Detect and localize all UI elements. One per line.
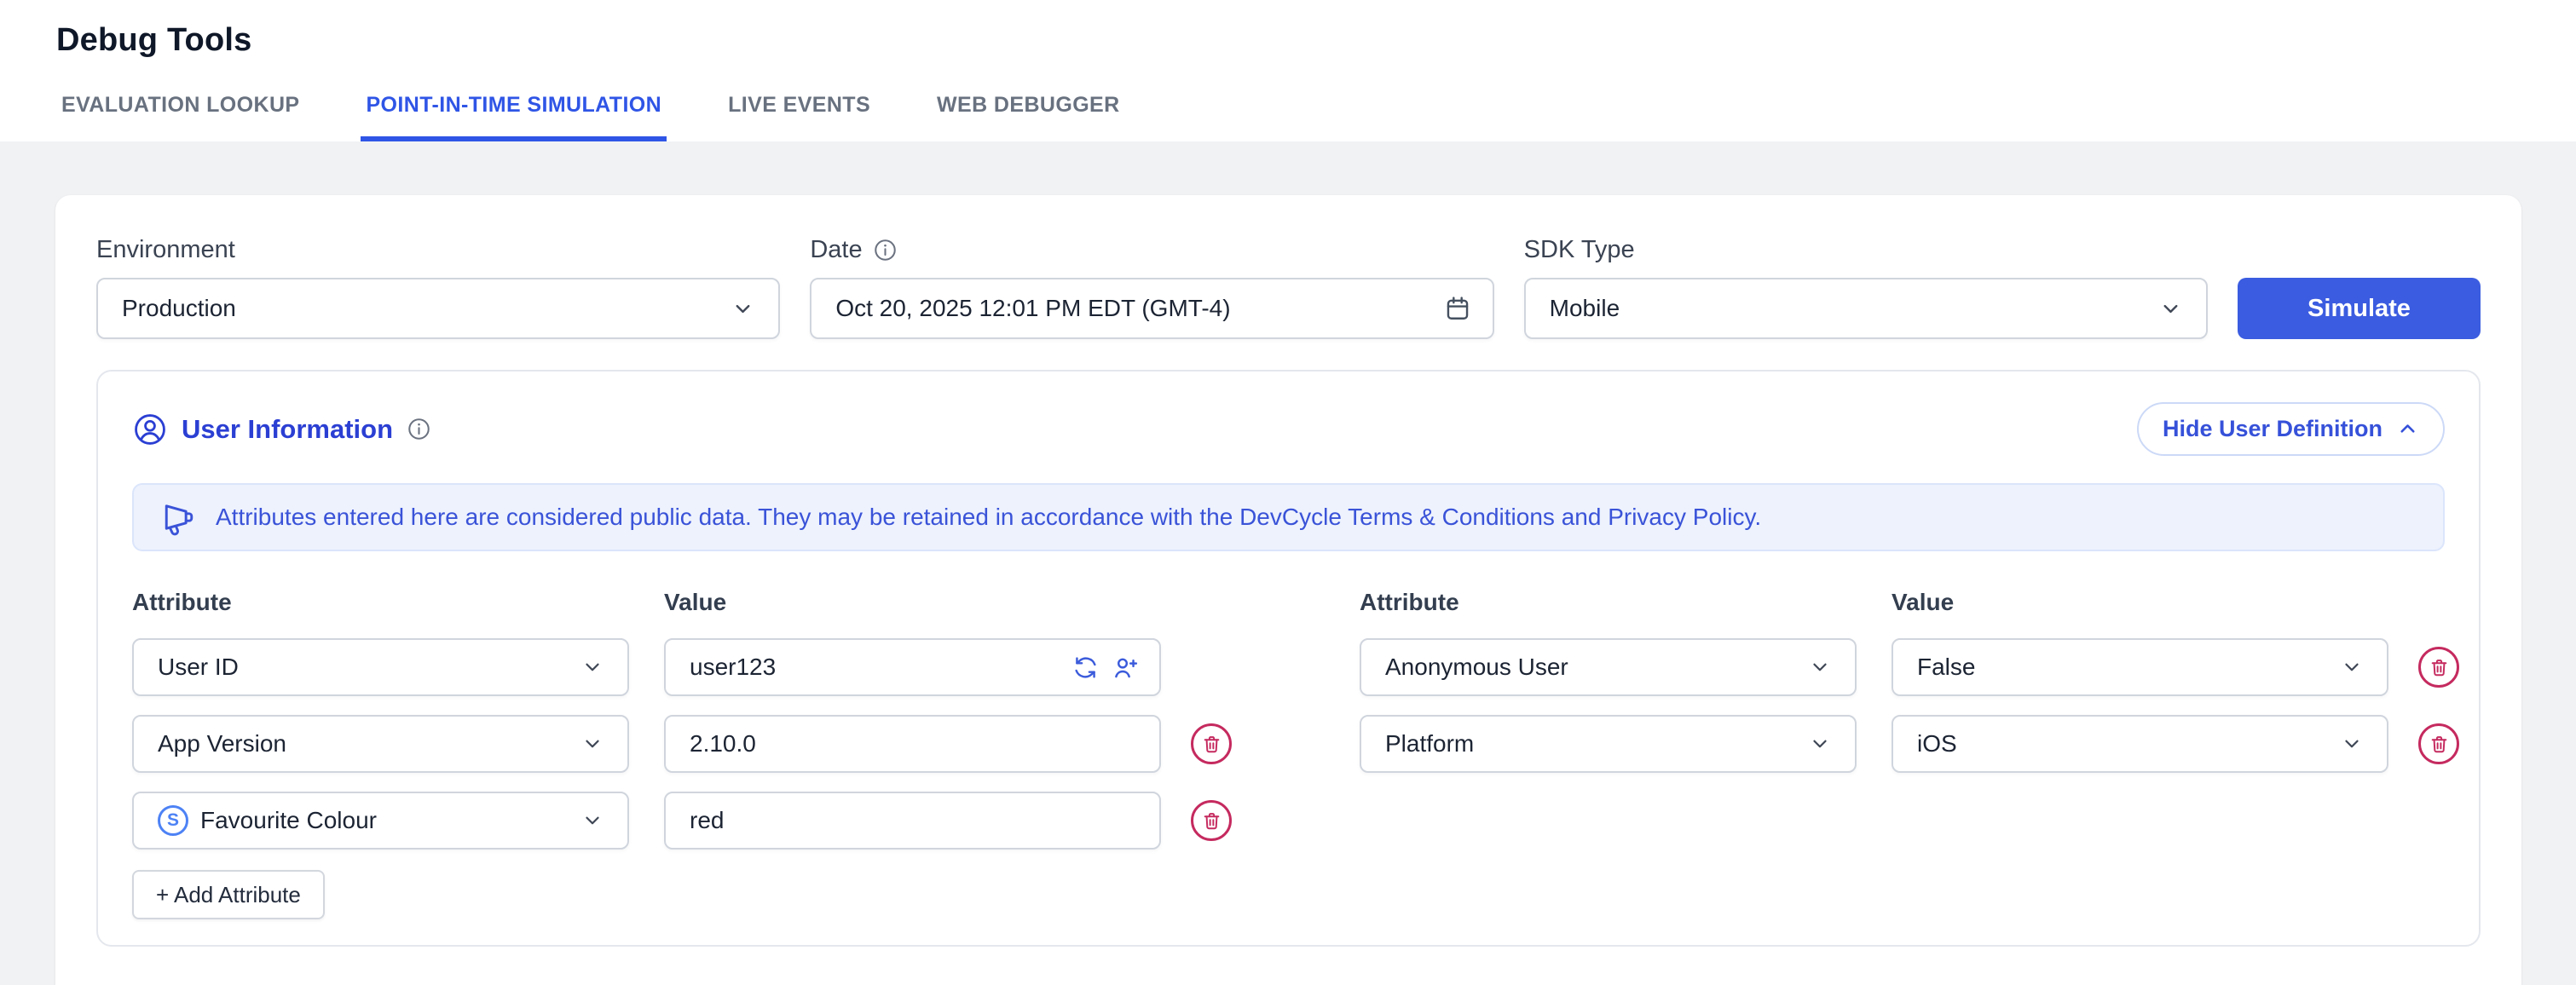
attribute-row-user-id: User ID <box>132 638 1232 696</box>
attribute-select-favourite-colour[interactable]: S Favourite Colour <box>132 792 629 850</box>
user-circle-icon <box>132 412 168 447</box>
sdk-type-select[interactable]: Mobile <box>1524 278 2208 339</box>
info-icon[interactable] <box>407 417 431 441</box>
left-column-headers: Attribute Value <box>132 589 1232 616</box>
platform-value-select[interactable]: iOS <box>1892 715 2388 773</box>
calendar-icon[interactable] <box>1443 294 1472 323</box>
attributes-grid: Attribute Value User ID <box>132 589 2445 919</box>
attribute-select-user-id[interactable]: User ID <box>132 638 629 696</box>
attributes-right-group: Attribute Value Anonymous User False <box>1360 589 2459 919</box>
attribute-select-label: App Version <box>158 730 286 757</box>
public-data-notice-text: Attributes entered here are considered p… <box>216 504 1761 531</box>
trash-icon <box>1201 810 1222 832</box>
info-icon[interactable] <box>873 238 898 262</box>
attribute-select-label: Platform <box>1385 730 1474 757</box>
page-header: Debug Tools EVALUATION LOOKUP POINT-IN-T… <box>0 0 2576 141</box>
attribute-select-label: Anonymous User <box>1385 654 1568 681</box>
favourite-colour-value-wrap <box>664 792 1161 850</box>
attribute-select-platform[interactable]: Platform <box>1360 715 1857 773</box>
hide-user-definition-button[interactable]: Hide User Definition <box>2137 402 2445 456</box>
tab-point-in-time-simulation[interactable]: POINT-IN-TIME SIMULATION <box>361 93 667 141</box>
value-select-label: iOS <box>1917 730 1957 757</box>
attribute-select-label-wrap: S Favourite Colour <box>158 805 377 836</box>
environment-select[interactable]: Production <box>96 278 780 339</box>
delete-attribute-button[interactable] <box>1191 723 1232 764</box>
tab-bar: EVALUATION LOOKUP POINT-IN-TIME SIMULATI… <box>56 93 1125 141</box>
attributes-left-group: Attribute Value User ID <box>132 589 1232 919</box>
environment-value: Production <box>122 295 236 322</box>
attribute-column-header: Attribute <box>132 589 629 616</box>
trash-icon <box>2429 657 2450 678</box>
favourite-colour-input[interactable] <box>666 793 1159 848</box>
chevron-down-icon <box>581 656 604 678</box>
megaphone-icon <box>159 498 197 536</box>
date-field: Date <box>810 236 1493 339</box>
add-user-icon[interactable] <box>1112 654 1139 681</box>
hide-user-definition-label: Hide User Definition <box>2163 416 2383 442</box>
user-information-title: User Information <box>182 414 393 445</box>
attribute-select-app-version[interactable]: App Version <box>132 715 629 773</box>
attribute-row-anonymous-user: Anonymous User False <box>1360 638 2459 696</box>
delete-attribute-button[interactable] <box>2418 723 2459 764</box>
trash-icon <box>1201 734 1222 755</box>
trash-icon <box>2429 734 2450 755</box>
attribute-select-label: Favourite Colour <box>200 807 377 834</box>
attribute-row-app-version: App Version <box>132 715 1232 773</box>
value-column-header: Value <box>1892 589 2388 616</box>
date-input-wrap <box>810 278 1493 339</box>
attribute-row-favourite-colour: S Favourite Colour <box>132 792 1232 850</box>
public-data-notice: Attributes entered here are considered p… <box>132 483 2445 551</box>
string-type-badge: S <box>158 805 188 836</box>
attribute-row-platform: Platform iOS <box>1360 715 2459 773</box>
date-label: Date <box>810 236 862 264</box>
chevron-down-icon <box>581 809 604 832</box>
chevron-down-icon <box>2341 733 2363 755</box>
app-version-value-wrap <box>664 715 1161 773</box>
attribute-column-header: Attribute <box>1360 589 1857 616</box>
simulation-card: Environment Production Date <box>55 195 2521 985</box>
chevron-down-icon <box>2341 656 2363 678</box>
value-select-label: False <box>1917 654 1975 681</box>
chevron-down-icon <box>731 297 754 320</box>
user-information-section: User Information Hide User Definition At… <box>96 370 2481 947</box>
chevron-down-icon <box>1809 733 1831 755</box>
refresh-icon[interactable] <box>1072 654 1099 681</box>
sdk-type-value: Mobile <box>1550 295 1620 322</box>
tab-evaluation-lookup[interactable]: EVALUATION LOOKUP <box>56 93 304 141</box>
simulation-form: Environment Production Date <box>96 236 2481 339</box>
anonymous-user-value-select[interactable]: False <box>1892 638 2388 696</box>
chevron-down-icon <box>1809 656 1831 678</box>
attribute-select-label: User ID <box>158 654 239 681</box>
sdk-type-label: SDK Type <box>1524 236 2208 264</box>
tab-live-events[interactable]: LIVE EVENTS <box>723 93 875 141</box>
delete-attribute-button[interactable] <box>2418 647 2459 688</box>
sdk-type-field: SDK Type Mobile <box>1524 236 2208 339</box>
simulate-button[interactable]: Simulate <box>2238 278 2481 339</box>
date-input[interactable] <box>811 279 1492 337</box>
delete-attribute-button[interactable] <box>1191 800 1232 841</box>
page-content: Environment Production Date <box>0 141 2576 985</box>
chevron-down-icon <box>581 733 604 755</box>
tab-web-debugger[interactable]: WEB DEBUGGER <box>932 93 1125 141</box>
environment-field: Environment Production <box>96 236 780 339</box>
date-label-wrap: Date <box>810 236 1493 264</box>
environment-label: Environment <box>96 236 780 264</box>
user-information-title-wrap: User Information <box>132 412 431 447</box>
value-column-header: Value <box>664 589 1161 616</box>
user-information-header: User Information Hide User Definition <box>132 402 2445 456</box>
right-column-headers: Attribute Value <box>1360 589 2459 616</box>
add-attribute-button[interactable]: + Add Attribute <box>132 870 325 919</box>
chevron-down-icon <box>2159 297 2182 320</box>
user-id-value-wrap <box>664 638 1161 696</box>
attribute-select-anonymous-user[interactable]: Anonymous User <box>1360 638 1857 696</box>
app-version-input[interactable] <box>666 717 1159 771</box>
page-title: Debug Tools <box>56 0 2576 59</box>
chevron-up-icon <box>2396 418 2419 441</box>
